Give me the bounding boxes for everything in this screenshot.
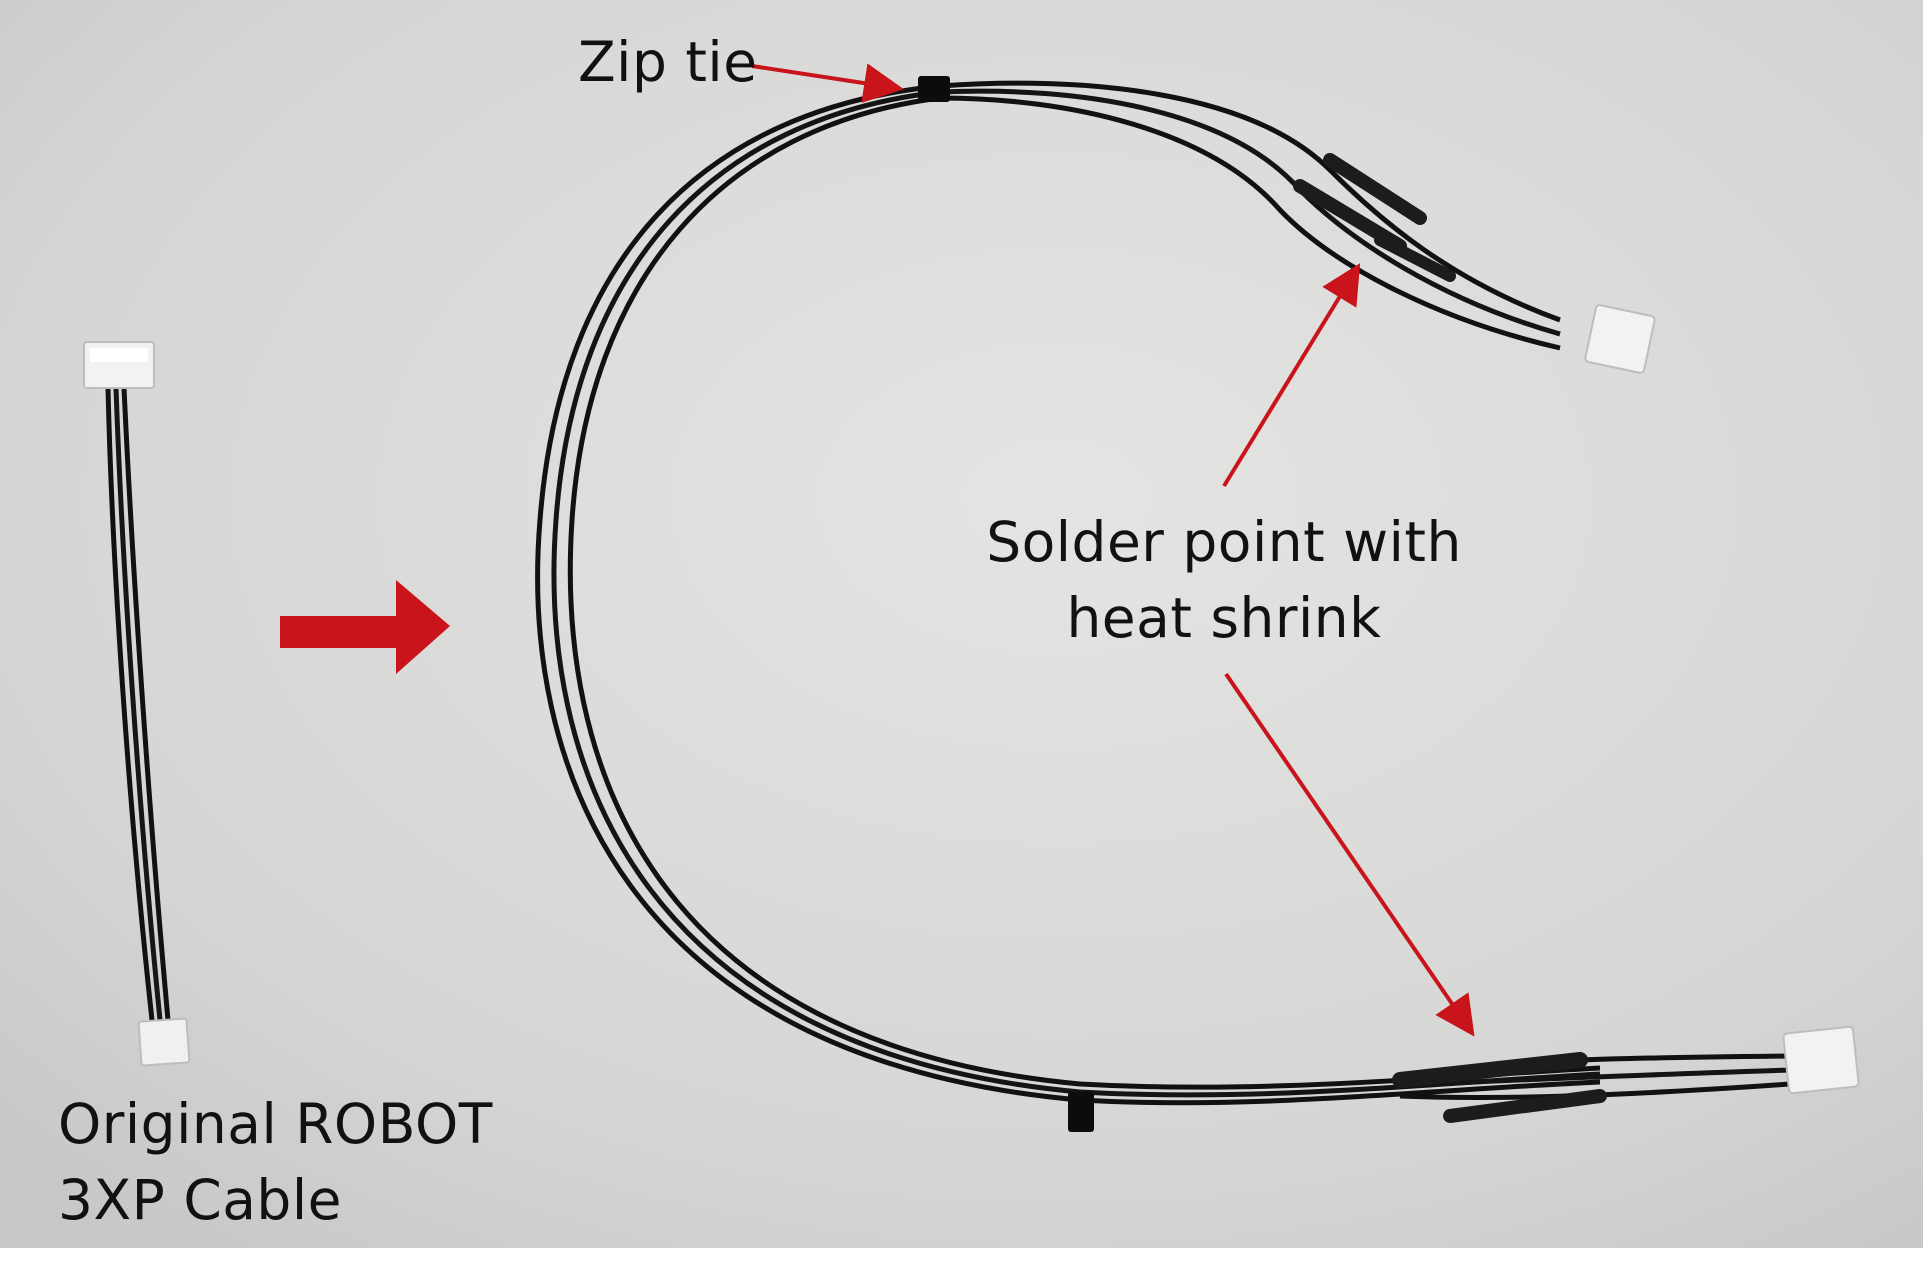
original-cable-label-line2: 3XP Cable (58, 1168, 342, 1232)
cable-photo-drawing (0, 0, 1923, 1248)
connector-lower-right (1782, 1025, 1860, 1095)
connector-upper-right (1584, 304, 1656, 374)
original-cable-label: Original ROBOT 3XP Cable (58, 1086, 493, 1238)
photo: Zip tie Solder point with heat shrink Or… (0, 0, 1923, 1248)
zip-tie-label: Zip tie (578, 30, 758, 94)
original-cable-label-line1: Original ROBOT (58, 1092, 493, 1156)
connector-bottom (137, 1017, 191, 1067)
solder-point-label-line2: heat shrink (1066, 586, 1382, 650)
zip-tie-top (918, 76, 950, 102)
zip-tie-bottom (1068, 1092, 1094, 1132)
solder-point-label: Solder point with heat shrink (984, 504, 1464, 656)
solder-point-label-line1: Solder point with (986, 510, 1462, 574)
